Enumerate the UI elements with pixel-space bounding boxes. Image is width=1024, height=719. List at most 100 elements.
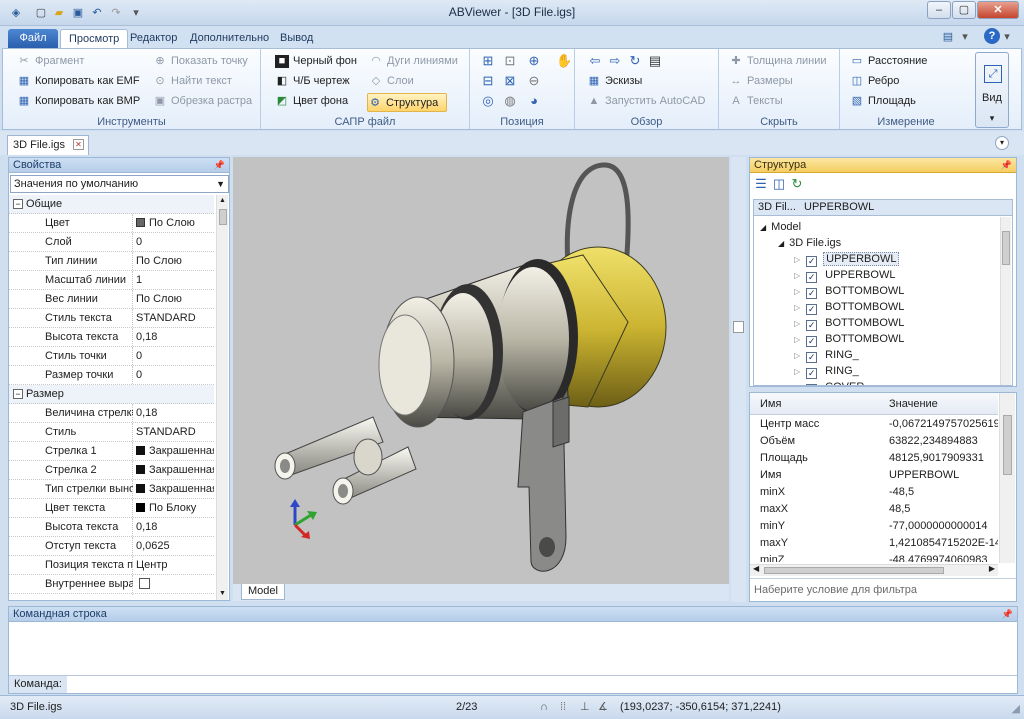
table-hscrollbar[interactable]: ◀ ▶: [750, 564, 998, 576]
pin-icon[interactable]: 📌: [214, 158, 225, 173]
property-value[interactable]: Центр: [132, 556, 214, 574]
doc-tab[interactable]: 3D File.igs ✕: [7, 135, 89, 155]
3d-orbit-icon[interactable]: ◎: [480, 93, 496, 109]
edge-button[interactable]: ◫ Ребро: [850, 72, 900, 91]
sketches-button[interactable]: ▦ Эскизы: [587, 72, 643, 91]
tree-item[interactable]: ▷ ✓ BOTTOMBOWL: [794, 283, 906, 299]
checkbox[interactable]: [139, 578, 150, 589]
close-tab-icon[interactable]: ✕: [73, 139, 84, 150]
property-row[interactable]: Стиль точки 0: [9, 347, 214, 366]
properties-scrollbar[interactable]: ▲ ▼: [216, 195, 228, 600]
property-row[interactable]: Стиль STANDARD: [9, 423, 214, 442]
dimensions-button[interactable]: ↔ Размеры: [729, 72, 793, 91]
property-row[interactable]: Высота текста 0,18: [9, 328, 214, 347]
property-value[interactable]: По Слою: [132, 252, 214, 270]
visibility-checkbox[interactable]: ✓: [806, 304, 818, 315]
command-input[interactable]: [69, 676, 1015, 693]
expand-icon[interactable]: ▷: [794, 383, 800, 385]
expand-icon[interactable]: ▷: [794, 287, 800, 296]
property-row[interactable]: Внутреннее выравнивание: [9, 575, 214, 595]
property-value[interactable]: STANDARD: [132, 309, 214, 327]
table-row[interactable]: Имя UPPERBOWL: [756, 467, 998, 484]
property-value[interactable]: Закрашенная: [132, 442, 214, 460]
property-value[interactable]: 0,18: [132, 328, 214, 346]
collapse-icon[interactable]: −: [13, 389, 23, 399]
grid-view-icon[interactable]: ☰: [753, 176, 769, 192]
table-row[interactable]: minY -77,0000000000014: [756, 518, 998, 535]
property-row[interactable]: Стрелка 2 Закрашенная: [9, 461, 214, 480]
rotate-icon[interactable]: ↻: [627, 53, 643, 69]
expand-icon[interactable]: ▷: [794, 303, 800, 312]
expand-icon[interactable]: ▷: [794, 271, 800, 280]
table-row[interactable]: maxX 48,5: [756, 501, 998, 518]
copy-emf-button[interactable]: ▦ Копировать как EMF: [17, 72, 140, 91]
fit-icon[interactable]: ⊟: [480, 73, 496, 89]
scroll-left-icon[interactable]: ◀: [753, 564, 759, 573]
split-view-icon[interactable]: ◫: [771, 176, 787, 192]
scroll-thumb[interactable]: [764, 567, 944, 574]
col-name-header[interactable]: Имя: [760, 398, 781, 410]
fragment-button[interactable]: ✂ Фрагмент: [17, 52, 84, 71]
property-value[interactable]: 0,0625: [132, 537, 214, 555]
zoom-prev-icon[interactable]: ◍: [502, 93, 518, 109]
zoom-window-icon[interactable]: ⊡: [502, 53, 518, 69]
polar-icon[interactable]: ∡: [598, 696, 608, 718]
table-row[interactable]: minZ -48,4769974060983: [756, 552, 998, 562]
property-row[interactable]: Стиль текста STANDARD: [9, 309, 214, 328]
expand-icon[interactable]: ▷: [794, 367, 800, 376]
bw-drawing-button[interactable]: ◧ Ч/Б чертеж: [275, 72, 350, 91]
show-point-button[interactable]: ⊕ Показать точку: [153, 52, 247, 71]
visibility-checkbox[interactable]: ✓: [806, 272, 818, 283]
magnet-icon[interactable]: ∩: [540, 696, 548, 718]
view-button[interactable]: ⤢ Вид ▾: [975, 52, 1009, 128]
zoom-in-icon[interactable]: ⊕: [526, 53, 542, 69]
bg-color-button[interactable]: ◩ Цвет фона: [275, 92, 348, 111]
resize-grip-icon[interactable]: ◢: [1012, 698, 1020, 719]
tree-item[interactable]: ▷ ✓ BOTTOMBOWL: [794, 315, 906, 331]
table-row[interactable]: Площадь 48125,9017909331: [756, 450, 998, 467]
scroll-thumb[interactable]: [1002, 231, 1010, 265]
table-row[interactable]: Центр масс -0,0672149757025619; -: [756, 416, 998, 433]
tree-item[interactable]: ▷ ✓ RING_: [794, 347, 861, 363]
collapse-icon[interactable]: −: [13, 199, 23, 209]
tree-item[interactable]: ▷ ✓ UPPERBOWL: [794, 251, 900, 267]
scroll-thumb[interactable]: [219, 209, 227, 225]
crop-raster-button[interactable]: ▣ Обрезка растра: [153, 92, 252, 111]
help-icon[interactable]: ?: [984, 28, 1000, 44]
hand-icon[interactable]: ✋: [556, 53, 572, 69]
property-value[interactable]: Закрашенная: [132, 480, 214, 498]
property-value[interactable]: 0: [132, 366, 214, 384]
arrow-right-icon[interactable]: ⇨: [607, 53, 623, 69]
area-button[interactable]: ▧ Площадь: [850, 92, 916, 111]
property-value[interactable]: 1: [132, 271, 214, 289]
tree-item[interactable]: ▷ ✓ COVER: [794, 379, 866, 385]
tab-file[interactable]: Файл: [8, 29, 58, 48]
property-value[interactable]: По Слою: [132, 290, 214, 308]
visibility-checkbox[interactable]: ✓: [806, 368, 818, 379]
copy-bmp-button[interactable]: ▦ Копировать как BMP: [17, 92, 140, 111]
expand-icon[interactable]: ▷: [794, 351, 800, 360]
tab-editor[interactable]: Редактор: [122, 29, 185, 48]
breadcrumb-root[interactable]: 3D Fil...: [758, 201, 796, 213]
structure-button[interactable]: ⚙ Структура: [367, 93, 447, 112]
property-row[interactable]: Тип стрелки выноски Закрашенная: [9, 480, 214, 499]
expand-icon[interactable]: ▷: [794, 255, 800, 264]
pin-icon[interactable]: 📌: [1002, 607, 1013, 622]
table-row[interactable]: maxY 1,4210854715202E-14: [756, 535, 998, 552]
minimize-button[interactable]: –: [927, 1, 951, 19]
line-weight-button[interactable]: ✚ Толщина линии: [729, 52, 826, 71]
col-value-header[interactable]: Значение: [889, 398, 938, 410]
find-text-button[interactable]: ⊙ Найти текст: [153, 72, 232, 91]
table-row[interactable]: minX -48,5: [756, 484, 998, 501]
tree-item[interactable]: ▷ ✓ BOTTOMBOWL: [794, 299, 906, 315]
splitter[interactable]: [731, 157, 746, 602]
property-row[interactable]: Стрелка 1 Закрашенная: [9, 442, 214, 461]
tree-scrollbar[interactable]: [1000, 217, 1011, 385]
property-row[interactable]: Величина стрелки 0,18: [9, 404, 214, 423]
visibility-checkbox[interactable]: ✓: [806, 256, 818, 267]
property-row[interactable]: Высота текста 0,18: [9, 518, 214, 537]
view-mode-icon[interactable]: ◕: [526, 93, 542, 109]
help-dropdown-icon[interactable]: ▾: [1002, 29, 1012, 45]
property-value[interactable]: [132, 575, 214, 595]
category-general[interactable]: − Общие: [9, 195, 214, 214]
